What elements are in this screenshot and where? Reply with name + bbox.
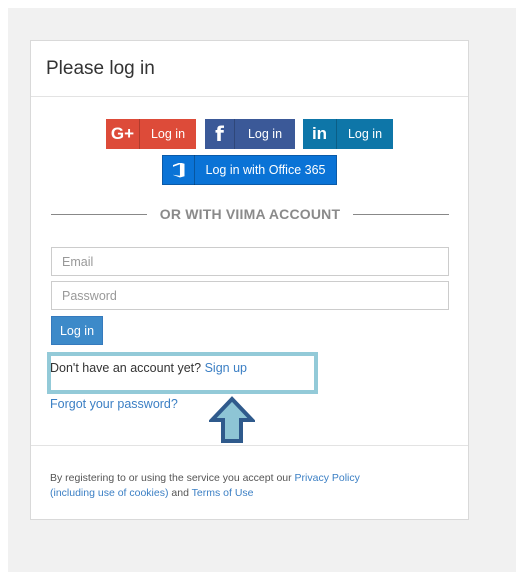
page-title: Please log in [46,58,155,79]
login-panel: Please log in G+ Log in f Log in in Log … [30,40,469,520]
signup-prompt: Don't have an account yet? [50,361,205,375]
and-text: and [168,487,192,499]
google-login-label: Log in [150,127,186,141]
terms-notice: By registering to or using the service y… [50,471,450,501]
forgot-password-link[interactable]: Forgot your password? [50,397,178,411]
google-plus-icon: G+ [106,119,140,149]
footer-divider [31,445,468,446]
facebook-login-button[interactable]: f Log in [205,119,295,149]
or-divider: OR WITH VIIMA ACCOUNT [51,204,449,224]
cookies-link[interactable]: (including use of cookies) [50,487,168,499]
office-login-label: Log in with Office 365 [205,163,326,177]
terms-text: By registering to or using the service y… [50,472,295,484]
facebook-icon: f [205,119,235,149]
linkedin-login-button[interactable]: in Log in [303,119,393,149]
login-button[interactable]: Log in [51,316,103,345]
linkedin-login-label: Log in [347,127,383,141]
panel-header: Please log in [31,41,468,97]
office-365-icon [163,155,195,185]
office-365-login-button[interactable]: Log in with Office 365 [162,155,337,185]
email-field[interactable] [51,247,449,276]
google-login-button[interactable]: G+ Log in [106,119,196,149]
terms-of-use-link[interactable]: Terms of Use [192,487,254,499]
signup-row: Don't have an account yet? Sign up [50,361,247,375]
linkedin-icon: in [303,119,337,149]
divider-line-right [353,214,449,215]
privacy-policy-link[interactable]: Privacy Policy [295,472,360,484]
facebook-login-label: Log in [247,127,283,141]
password-field[interactable] [51,281,449,310]
up-arrow-icon [209,396,255,443]
sign-up-link[interactable]: Sign up [205,361,247,375]
